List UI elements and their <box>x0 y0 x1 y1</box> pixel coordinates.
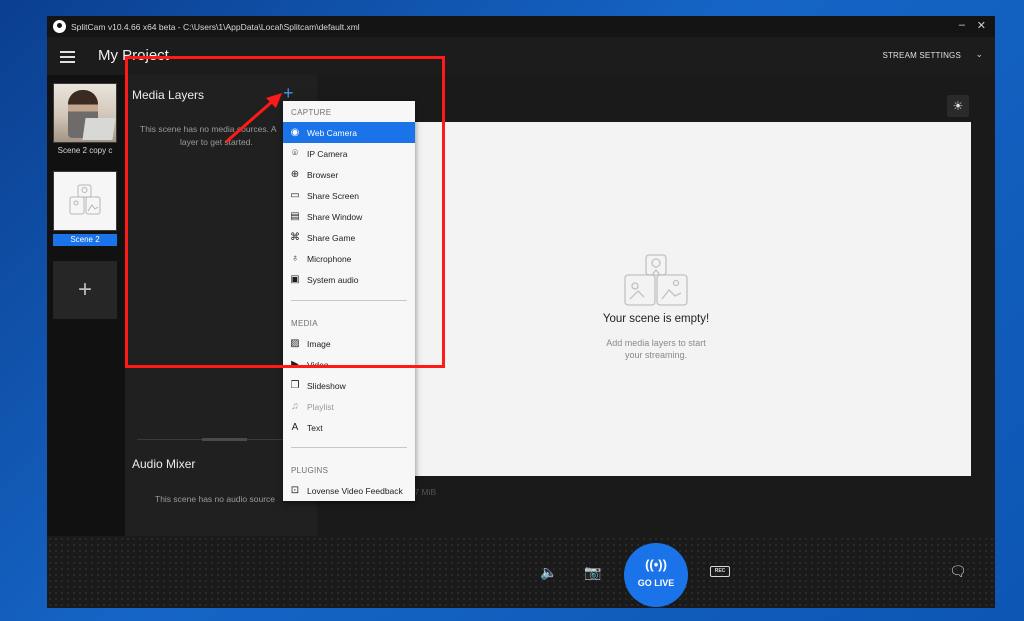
window-title: SplitCam v10.4.66 x64 beta - C:\Users\1\… <box>71 21 360 32</box>
menu-item-label: System audio <box>307 274 359 285</box>
media-layers-title: Media Layers <box>132 88 205 102</box>
bottom-toolbar: 🔈 📷 ((•)) GO LIVE REC 🗨 <box>47 536 995 608</box>
empty-scene-subtitle-2: your streaming. <box>624 350 688 360</box>
menu-item-label: Share Game <box>307 232 356 243</box>
audio-empty-text: This scene has no audio source <box>155 494 276 504</box>
scene-label-1[interactable]: Scene 2 copy c <box>53 145 117 157</box>
empty-scene-subtitle-1: Add media layers to start <box>606 338 706 348</box>
gamepad-icon: ⌘ <box>290 232 300 243</box>
menu-item-label: Image <box>307 338 331 349</box>
empty-scene-icon-large <box>624 254 688 306</box>
speaker-icon: ▣ <box>290 274 300 285</box>
close-button[interactable]: ✕ <box>977 19 986 32</box>
add-scene-button[interactable]: + <box>53 261 117 319</box>
menu-item-label: Web Camera <box>307 127 357 138</box>
microphone-icon: ♁ <box>291 253 299 264</box>
go-live-label: GO LIVE <box>637 578 675 588</box>
text-icon: A <box>291 422 299 433</box>
menu-item-slideshow[interactable]: ❐ Slideshow <box>283 375 415 396</box>
scene-thumbnail-1[interactable] <box>53 83 117 143</box>
scene-thumbnail-2[interactable] <box>53 171 117 231</box>
menu-item-label: Microphone <box>307 253 352 264</box>
menu-item-label: Lovense Video Feedback <box>307 485 403 496</box>
annotation-arrow-icon <box>225 93 282 144</box>
menu-item-label: Browser <box>307 169 339 180</box>
globe-icon: ⊕ <box>290 169 300 180</box>
broadcast-icon: ((•)) <box>645 557 667 572</box>
hamburger-menu-icon[interactable] <box>60 51 75 63</box>
record-button[interactable]: REC <box>710 566 730 577</box>
title-bar: SplitCam v10.4.66 x64 beta - C:\Users\1\… <box>47 16 995 37</box>
menu-item-ip-camera[interactable]: ⌾ IP Camera <box>283 143 415 164</box>
audio-mixer-title: Audio Mixer <box>132 457 196 471</box>
scene-label-2[interactable]: Scene 2 <box>53 234 117 246</box>
add-layer-menu: CAPTURE ◉ Web Camera ⌾ IP Camera ⊕ Browser ▭ Sh… <box>283 101 415 501</box>
image-icon: ▨ <box>290 338 300 349</box>
app-window: SplitCam v10.4.66 x64 beta - C:\Users\1\… <box>47 16 995 608</box>
screen-icon: ▭ <box>290 190 300 201</box>
ip-camera-icon: ⌾ <box>292 148 298 159</box>
menu-item-video[interactable]: ▶ Video <box>283 354 415 375</box>
chevron-down-icon[interactable]: ⌄ <box>975 49 983 60</box>
project-title: My Project <box>98 47 169 64</box>
plugin-icon: ⊡ <box>290 485 300 496</box>
splitcam-logo-icon <box>53 20 66 33</box>
menu-item-label: Share Window <box>307 211 363 222</box>
menu-item-web-camera[interactable]: ◉ Web Camera <box>283 122 415 143</box>
video-icon: ▶ <box>291 359 299 370</box>
go-live-button[interactable]: ((•)) GO LIVE <box>624 543 688 607</box>
menu-item-label: Video <box>307 359 329 370</box>
menu-item-share-game[interactable]: ⌘ Share Game <box>283 227 415 248</box>
menu-item-system-audio[interactable]: ▣ System audio <box>283 269 415 290</box>
menu-item-share-screen[interactable]: ▭ Share Screen <box>283 185 415 206</box>
laptop-shape <box>82 118 116 140</box>
snapshot-icon[interactable]: 📷 <box>584 564 601 581</box>
menu-item-browser[interactable]: ⊕ Browser <box>283 164 415 185</box>
menu-section-media: MEDIA <box>291 319 318 328</box>
empty-scene-title: Your scene is empty! <box>602 313 710 325</box>
preview-settings-icon[interactable]: ☀ <box>947 95 969 117</box>
menu-item-label: IP Camera <box>307 148 348 159</box>
minimize-button[interactable]: – <box>959 19 965 31</box>
menu-section-capture: CAPTURE <box>291 108 332 117</box>
menu-item-label: Slideshow <box>307 380 346 391</box>
menu-item-microphone[interactable]: ♁ Microphone <box>283 248 415 269</box>
menu-item-playlist[interactable]: ♫ Playlist <box>283 396 415 417</box>
preview-area: ☀ Your scene is empty! Add media layers … <box>317 75 995 608</box>
menu-item-image[interactable]: ▨ Image <box>283 333 415 354</box>
menu-item-label: Playlist <box>307 401 334 412</box>
menu-item-lovense-video-feedback[interactable]: ⊡ Lovense Video Feedback <box>283 480 415 501</box>
stream-settings-button[interactable]: STREAM SETTINGS <box>882 51 961 60</box>
volume-icon[interactable]: 🔈 <box>540 564 557 581</box>
menu-item-share-window[interactable]: ▤ Share Window <box>283 206 415 227</box>
scene-list: Scene 2 copy c Scene 2 + <box>47 75 125 608</box>
menu-section-plugins: PLUGINS <box>291 466 329 475</box>
playlist-icon: ♫ <box>291 401 299 412</box>
window-icon: ▤ <box>290 211 300 222</box>
menu-item-label: Text <box>307 422 323 433</box>
menu-divider <box>291 447 407 448</box>
menu-item-label: Share Screen <box>307 190 359 201</box>
empty-scene-icon <box>69 184 101 215</box>
slideshow-icon: ❐ <box>290 380 300 391</box>
app-header: My Project STREAM SETTINGS ⌄ <box>47 37 995 75</box>
menu-divider <box>291 300 407 301</box>
chat-icon[interactable]: 🗨 <box>949 563 967 580</box>
menu-item-text[interactable]: A Text <box>283 417 415 438</box>
